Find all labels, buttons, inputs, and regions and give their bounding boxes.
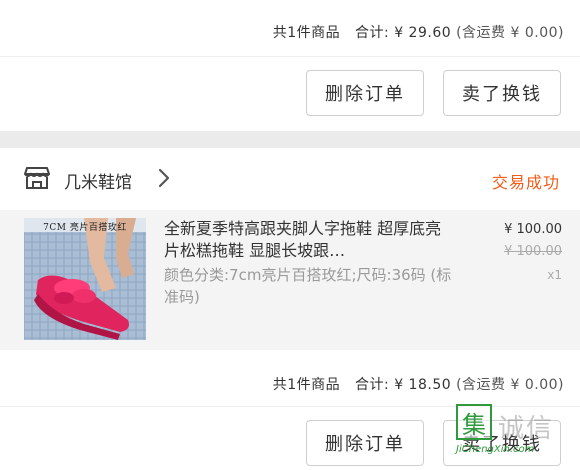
shop-name[interactable]: 几米鞋馆 <box>64 168 132 193</box>
product-title-text[interactable]: 全新夏季特高跟夹脚人字拖鞋 超厚底亮片松糕拖鞋 显腿长坡跟… <box>164 218 444 262</box>
item-count: 共1件商品 <box>272 377 341 393</box>
product-price: ¥ 100.00 <box>504 222 562 237</box>
shipping-info: (含运费 ¥ 0.00) <box>456 25 564 41</box>
total-value: ¥ 18.50 <box>394 377 452 393</box>
item-count: 共1件商品 <box>272 25 341 41</box>
product-quantity: x1 <box>547 268 562 282</box>
order-status: 交易成功 <box>491 173 560 192</box>
product-variant: 颜色分类:7cm亮片百搭玫红;尺码:36码 (标准码) <box>164 266 452 306</box>
product-image <box>24 218 146 340</box>
shipping-info: (含运费 ¥ 0.00) <box>456 377 564 393</box>
order-summary: 共1件商品 合计: ¥ 29.60 (含运费 ¥ 0.00) <box>273 22 564 42</box>
delete-order-button[interactable]: 删除订单 <box>306 420 424 466</box>
delete-order-button[interactable]: 删除订单 <box>306 70 424 116</box>
watermark-text: 诚信 <box>498 414 555 444</box>
product-row[interactable]: 7CM 亮片百搭玫红 全新夏季特高跟夹脚人字拖鞋 超厚底亮片松糕拖鞋 显腿长坡跟… <box>0 210 580 350</box>
product-title[interactable]: 全新夏季特高跟夹脚人字拖鞋 超厚底亮片松糕拖鞋 显腿长坡跟… <box>164 218 444 262</box>
total-label: 合计: <box>355 377 390 393</box>
divider <box>0 56 580 57</box>
order-summary: 共1件商品 合计: ¥ 18.50 (含运费 ¥ 0.00) <box>273 374 564 394</box>
watermark-domain: JiChengXin.com <box>456 444 535 455</box>
chevron-right-icon[interactable] <box>156 167 172 189</box>
store-icon <box>24 167 50 189</box>
watermark-logo-icon: 集 <box>456 404 492 440</box>
shop-header[interactable]: 几米鞋馆 交易成功 <box>0 148 580 210</box>
total-value: ¥ 29.60 <box>394 25 452 41</box>
order-card-1: 共1件商品 合计: ¥ 29.60 (含运费 ¥ 0.00) 删除订单 卖了换钱 <box>0 0 580 131</box>
resell-button[interactable]: 卖了换钱 <box>443 70 561 116</box>
image-caption: 7CM 亮片百搭玫红 <box>43 223 127 233</box>
total-label: 合计: <box>355 25 390 41</box>
original-price: ¥ 100.00 <box>504 244 562 259</box>
site-watermark: 集 诚信 JiChengXin.com <box>456 404 574 464</box>
product-thumbnail[interactable]: 7CM 亮片百搭玫红 <box>24 218 146 340</box>
